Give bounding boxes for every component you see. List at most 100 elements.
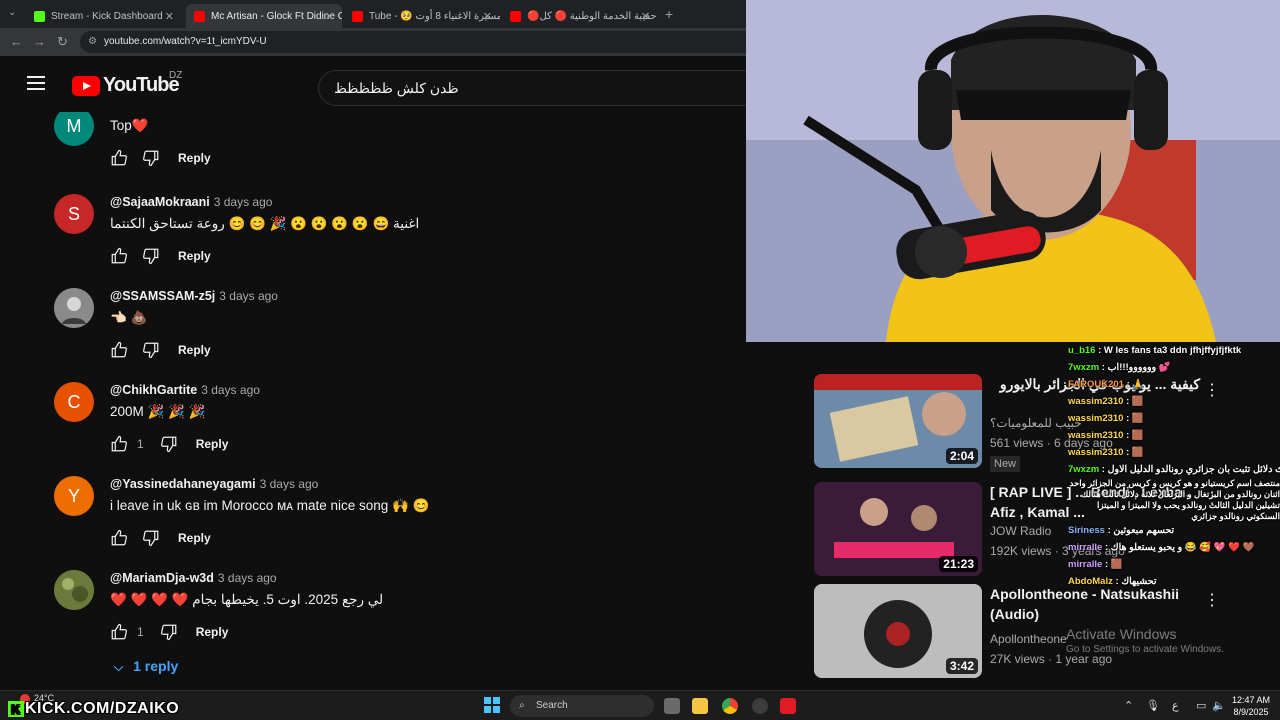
comment-author[interactable]: @SajaaMokraani — [110, 195, 210, 209]
chevron-down-icon: ⌵ — [114, 660, 124, 674]
reply-button[interactable]: Reply — [178, 151, 211, 165]
volume-icon[interactable]: 🔈 — [1212, 699, 1226, 712]
activate-title: Activate Windows — [1066, 626, 1177, 642]
comment-text: i leave in uk ɢʙ im Morocco ᴍᴀ mate nice… — [110, 498, 430, 513]
close-icon[interactable]: ✕ — [165, 10, 174, 23]
comment-header: @ChikhGartite 3 days ago — [110, 382, 260, 397]
video-duration: 3:42 — [945, 658, 978, 674]
dislike-icon[interactable] — [142, 341, 160, 359]
chat-message: wassim2310 : 🟫 — [1068, 447, 1144, 458]
file-explorer-icon[interactable] — [692, 698, 708, 714]
reply-button[interactable]: Reply — [178, 249, 211, 263]
search-icon: ⌕ — [519, 700, 525, 711]
obs-icon[interactable] — [752, 698, 768, 714]
logo-text: YouTube — [103, 74, 180, 96]
microphone-icon[interactable]: 🎙 — [1146, 699, 1160, 712]
youtube-app-icon[interactable] — [780, 698, 796, 714]
dislike-icon[interactable] — [142, 149, 160, 167]
comment-actions: Reply — [110, 246, 211, 266]
comment-time[interactable]: 3 days ago — [214, 195, 273, 209]
comment-time[interactable]: 3 days ago — [219, 289, 278, 303]
video-thumbnail[interactable]: 21:23 — [814, 482, 982, 576]
chrome-icon[interactable] — [722, 698, 738, 714]
tray-chevron-icon[interactable]: ⌃ — [1124, 699, 1133, 712]
avatar[interactable]: Y — [54, 476, 94, 516]
dislike-icon[interactable] — [160, 623, 178, 641]
more-options-icon[interactable]: ⋮ — [1204, 590, 1220, 610]
search-input[interactable]: ظدن كلش ظظظظظ — [318, 70, 748, 106]
task-view-icon[interactable] — [664, 698, 680, 714]
youtube-logo[interactable]: YouTube — [72, 74, 180, 97]
chat-message: 7wxzm : وووووو!!!اب 💕 — [1068, 362, 1171, 373]
address-bar[interactable]: ⚙ youtube.com/watch?v=1t_icmYDV-U — [80, 31, 746, 53]
chat-message: منتصف اسم كريستيانو و هو كريس و كريس من … — [1069, 478, 1280, 521]
language-indicator[interactable]: ع — [1172, 699, 1179, 712]
comment-time[interactable]: 3 days ago — [201, 383, 260, 397]
activate-windows-watermark: Activate Windows Go to Settings to activ… — [1066, 626, 1224, 655]
comment-time[interactable]: 3 days ago — [260, 477, 319, 491]
windows-start-icon[interactable] — [484, 697, 500, 713]
comment-text: لي رجع 2025. اوت 5. يخيطها بجام ❤️ ❤️ ❤️… — [110, 592, 384, 607]
taskbar-search-label: Search — [536, 700, 568, 711]
avatar[interactable] — [54, 570, 94, 610]
tab-label: Tube - 🥺 مسيرة الاغنياء 8 أوت — [369, 10, 500, 22]
reply-button[interactable]: Reply — [178, 343, 211, 357]
new-tab-icon[interactable]: + — [665, 6, 673, 22]
video-thumbnail[interactable]: 3:42 — [814, 584, 982, 678]
taskbar-search[interactable]: ⌕ Search — [510, 695, 654, 717]
close-icon[interactable]: ✕ — [641, 10, 650, 23]
comment-author[interactable]: @Yassinedahaneyagami — [110, 477, 256, 491]
chat-message: mirralle : 🟫 — [1068, 559, 1123, 570]
video-channel[interactable]: JOW Radio — [990, 524, 1051, 538]
reply-button[interactable]: Reply — [178, 531, 211, 545]
comment-text: 👈🏻 💩 — [110, 310, 148, 325]
like-icon[interactable] — [110, 529, 128, 547]
tab-youtube-3[interactable]: 🔴حقيبة الخدمة الوطنية 🔴 كل ✕ — [502, 4, 658, 28]
comment-time[interactable]: 3 days ago — [218, 571, 277, 585]
video-thumbnail[interactable]: 2:04 — [814, 374, 982, 468]
view-replies-button[interactable]: ⌵ 1 reply — [114, 658, 178, 675]
tab-kick-dashboard[interactable]: Stream - Kick Dashboard ✕ — [26, 4, 182, 28]
like-icon[interactable] — [110, 149, 128, 167]
avatar[interactable]: C — [54, 382, 94, 422]
avatar-photo — [54, 570, 94, 610]
url-text: youtube.com/watch?v=1t_icmYDV-U — [104, 36, 267, 47]
network-icon[interactable]: ▭ — [1196, 699, 1206, 712]
close-icon[interactable]: ✕ — [483, 10, 492, 23]
close-icon[interactable]: ✕ — [325, 10, 334, 23]
dislike-icon[interactable] — [160, 435, 178, 453]
back-arrow-icon[interactable]: ← — [10, 34, 23, 49]
dislike-icon[interactable] — [142, 247, 160, 265]
chat-message: mirralle : و يحبو يستعلو هاك 😂 🥰 💖 ❤️ 🤎 — [1068, 542, 1255, 553]
reply-button[interactable]: Reply — [196, 625, 229, 639]
comment-author[interactable]: @MariamDja-w3d — [110, 571, 214, 585]
chat-message: 7wxzm : ثلاث دلائل تثبت بان جزائري رونال… — [1068, 464, 1280, 475]
youtube-icon — [194, 10, 205, 22]
forward-arrow-icon[interactable]: → — [33, 34, 46, 49]
site-info-icon[interactable]: ⚙ — [88, 31, 97, 53]
like-icon[interactable] — [110, 623, 128, 641]
like-icon[interactable] — [110, 341, 128, 359]
video-channel[interactable]: Apollontheone — [990, 632, 1067, 646]
like-icon[interactable] — [110, 247, 128, 265]
clock-time: 12:47 AM — [1232, 695, 1271, 705]
reload-icon[interactable]: ↻ — [57, 34, 68, 50]
comment-header: @SSAMSSAM-z5j 3 days ago — [110, 288, 278, 303]
clock-date: 8/9/2025 — [1233, 707, 1269, 717]
avatar[interactable]: S — [54, 194, 94, 234]
avatar[interactable] — [54, 288, 94, 328]
comment-author[interactable]: @SSAMSSAM-z5j — [110, 289, 215, 303]
avatar[interactable]: M — [54, 112, 94, 146]
search-query: ظدن كلش ظظظظظ — [334, 80, 459, 96]
dislike-icon[interactable] — [142, 529, 160, 547]
taskbar-clock[interactable]: 12:47 AM 8/9/2025 — [1232, 694, 1270, 718]
webcam-overlay — [746, 0, 1280, 342]
tab-youtube-2[interactable]: Tube - 🥺 مسيرة الاغنياء 8 أوت ✕ — [344, 4, 500, 28]
hamburger-menu-icon[interactable] — [27, 76, 45, 90]
comment-author[interactable]: @ChikhGartite — [110, 383, 197, 397]
reply-button[interactable]: Reply — [196, 437, 229, 451]
tab-youtube-active[interactable]: Mc Artisan - Glock Ft Didine Ca ✕ — [186, 4, 342, 28]
comment-actions: Reply — [110, 148, 211, 168]
tab-search-icon[interactable]: ⌄ — [8, 7, 16, 18]
like-icon[interactable] — [110, 435, 128, 453]
